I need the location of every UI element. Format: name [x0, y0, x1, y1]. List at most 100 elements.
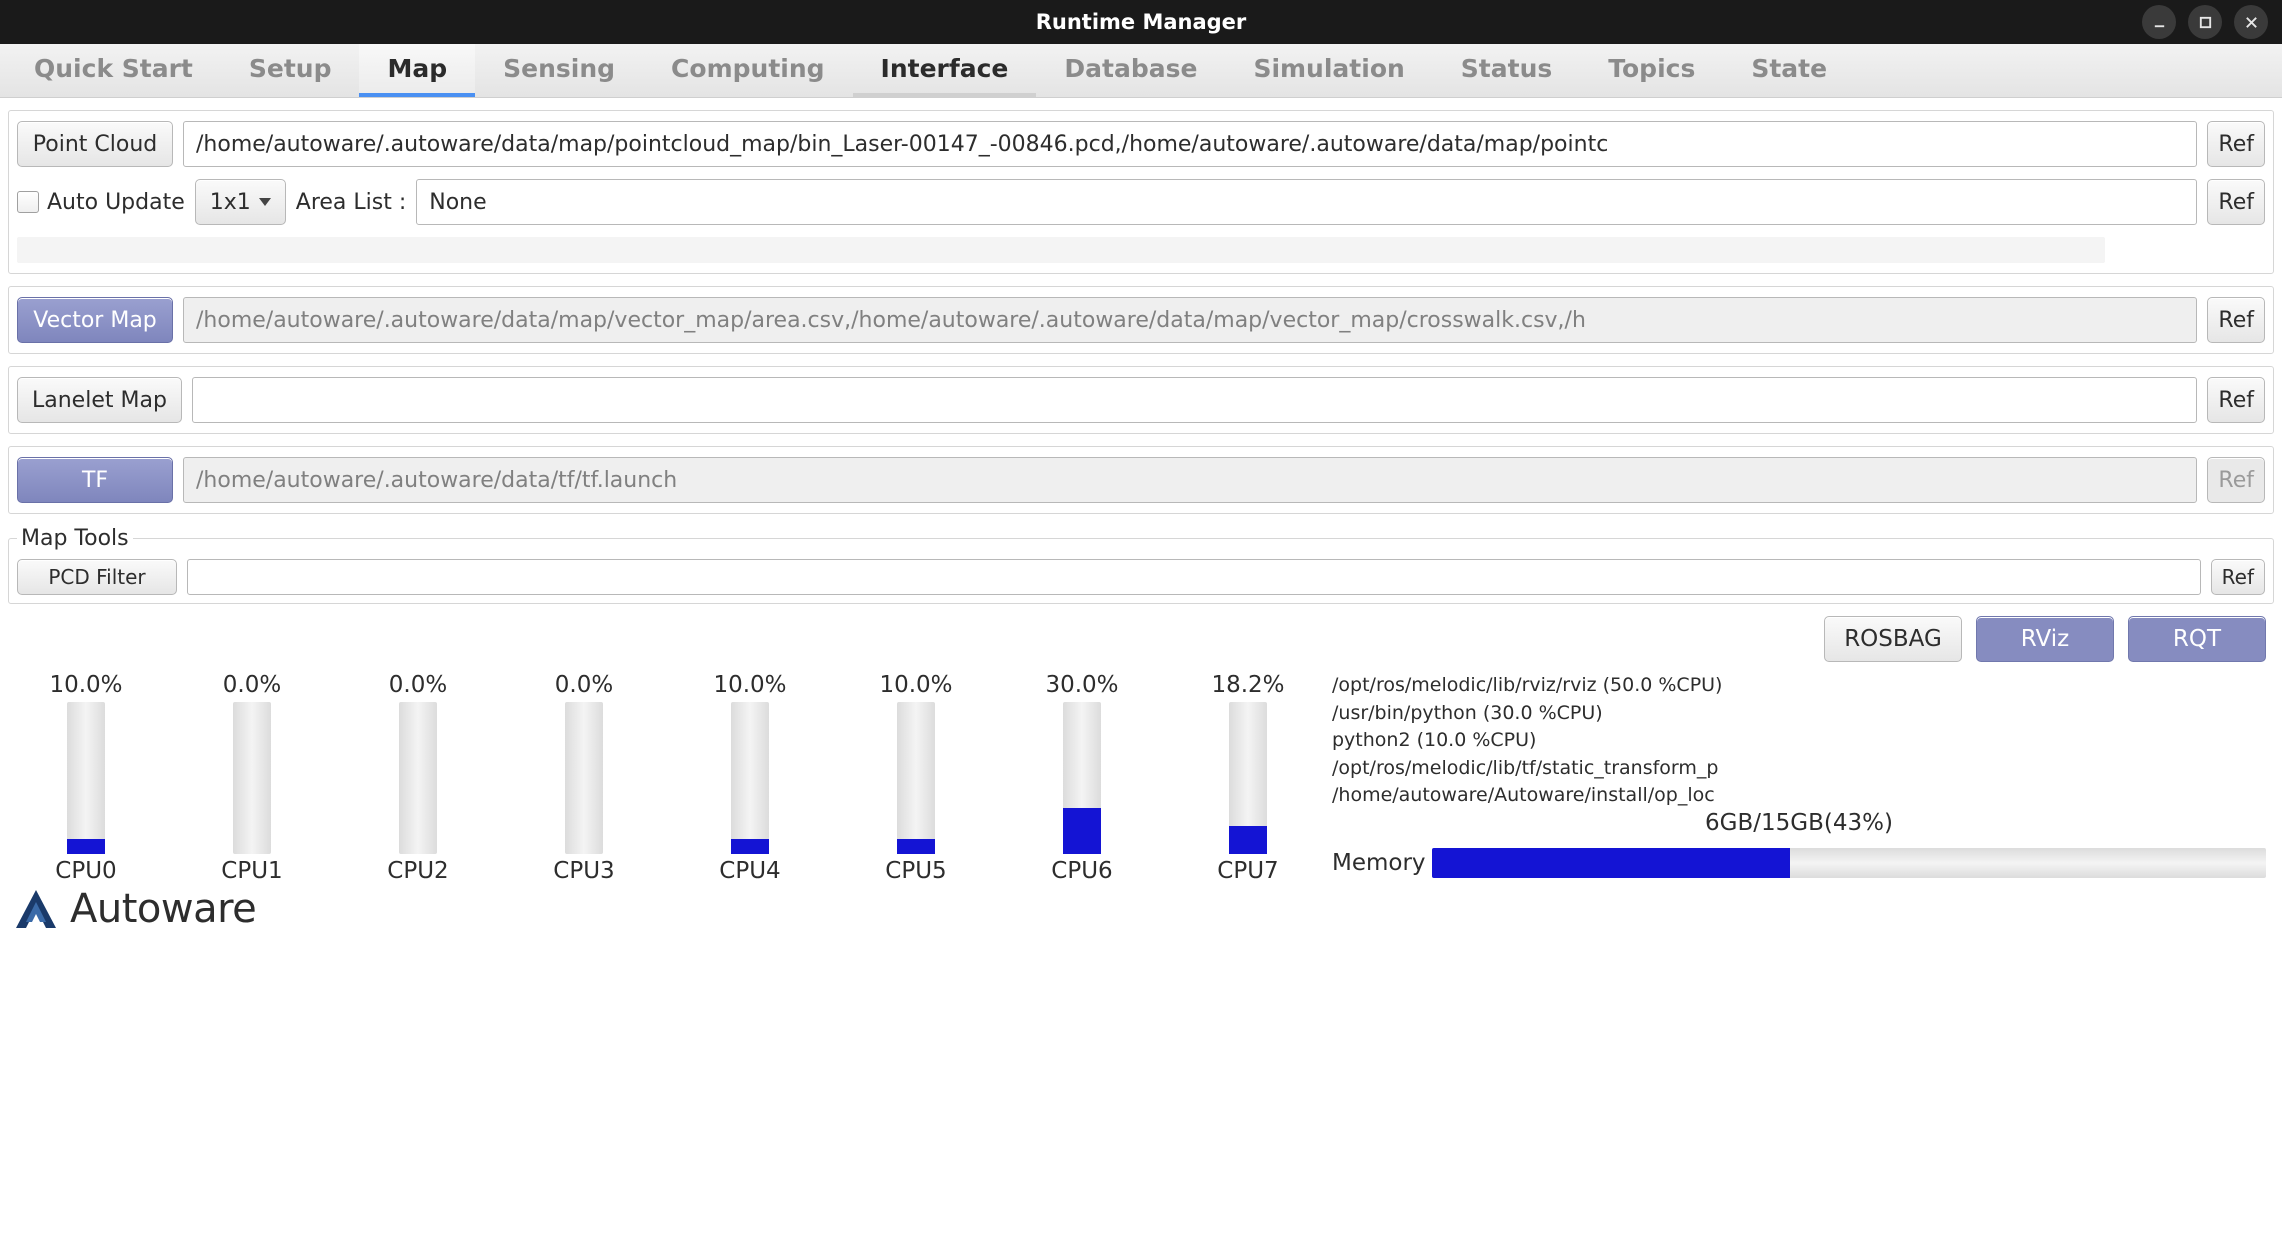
tab-topics[interactable]: Topics [1580, 44, 1723, 97]
cpu-bar [731, 702, 769, 854]
tf-button[interactable]: TF [17, 457, 173, 503]
cpu-percent: 10.0% [713, 672, 786, 698]
progress-placeholder [17, 237, 2105, 263]
titlebar: Runtime Manager [0, 0, 2282, 44]
process-entry: /usr/bin/python (30.0 %CPU) [1332, 700, 2266, 728]
cpu-bar [565, 702, 603, 854]
map-tools-legend: Map Tools [17, 526, 133, 551]
cpu-label: CPU3 [553, 858, 614, 884]
point-cloud-panel: Point Cloud /home/autoware/.autoware/dat… [8, 110, 2274, 274]
rqt-button[interactable]: RQT [2128, 616, 2266, 662]
grid-size-value: 1x1 [210, 190, 251, 215]
vector-map-button[interactable]: Vector Map [17, 297, 173, 343]
memory-bar-fill [1432, 848, 1791, 878]
tab-quick-start[interactable]: Quick Start [6, 44, 221, 97]
cpu-label: CPU6 [1051, 858, 1112, 884]
vector-map-path-input[interactable]: /home/autoware/.autoware/data/map/vector… [183, 297, 2197, 343]
cpu-percent: 0.0% [389, 672, 447, 698]
maximize-button[interactable] [2188, 5, 2222, 39]
cpu-bar-fill [731, 839, 769, 854]
auto-update-label: Auto Update [47, 190, 185, 215]
pcd-filter-button[interactable]: PCD Filter [17, 559, 177, 595]
cpu-bar [399, 702, 437, 854]
process-list: /opt/ros/melodic/lib/rviz/rviz (50.0 %CP… [1332, 672, 2266, 810]
tab-simulation[interactable]: Simulation [1225, 44, 1432, 97]
point-cloud-ref-button[interactable]: Ref [2207, 121, 2265, 167]
cpu-bar-fill [897, 839, 935, 854]
autoware-logo-icon [12, 888, 60, 930]
cpu-bar-fill [1229, 826, 1267, 854]
cpu-meter: 10.0%CPU4 [696, 672, 804, 884]
cpu-meter: 10.0% CPU0 [32, 672, 140, 884]
tab-setup[interactable]: Setup [221, 44, 360, 97]
autoware-logo: Autoware [8, 884, 2274, 932]
cpu-label: CPU7 [1217, 858, 1278, 884]
lanelet-map-panel: Lanelet Map Ref [8, 366, 2274, 434]
cpu-bar [1063, 702, 1101, 854]
cpu-bar-fill [1063, 808, 1101, 854]
chevron-down-icon [259, 198, 271, 206]
vector-map-panel: Vector Map /home/autoware/.autoware/data… [8, 286, 2274, 354]
area-list-input[interactable]: None [416, 179, 2197, 225]
tf-panel: TF /home/autoware/.autoware/data/tf/tf.l… [8, 446, 2274, 514]
cpu-label: CPU0 [55, 858, 116, 884]
memory-bar [1432, 848, 2266, 878]
tf-path-input[interactable]: /home/autoware/.autoware/data/tf/tf.laun… [183, 457, 2197, 503]
process-entry: python2 (10.0 %CPU) [1332, 727, 2266, 755]
area-list-ref-button[interactable]: Ref [2207, 179, 2265, 225]
lanelet-map-ref-button[interactable]: Ref [2207, 377, 2265, 423]
cpu-meters: 10.0%CPU00.0%CPU10.0%CPU20.0%CPU310.0%CP… [32, 672, 1302, 884]
lanelet-map-button[interactable]: Lanelet Map [17, 377, 182, 423]
memory-text: 6GB/15GB(43%) [1705, 810, 1893, 836]
tab-strip: Quick StartSetupMapSensingComputingInter… [0, 44, 2282, 98]
minimize-button[interactable] [2142, 5, 2176, 39]
rviz-button[interactable]: RViz [1976, 616, 2114, 662]
cpu-meter: 0.0%CPU2 [364, 672, 472, 884]
process-entry: /opt/ros/melodic/lib/rviz/rviz (50.0 %CP… [1332, 672, 2266, 700]
tab-map[interactable]: Map [359, 44, 475, 97]
grid-size-dropdown[interactable]: 1x1 [195, 179, 286, 225]
close-button[interactable] [2234, 5, 2268, 39]
cpu-meter: 18.2% CPU7 [1194, 672, 1302, 884]
process-entry: /opt/ros/melodic/lib/tf/static_transform… [1332, 755, 2266, 783]
bottom-button-row: ROSBAG RViz RQT [8, 612, 2274, 672]
cpu-meter: 10.0% CPU5 [862, 672, 970, 884]
cpu-percent: 30.0% [1045, 672, 1118, 698]
cpu-percent: 0.0% [223, 672, 281, 698]
cpu-percent: 10.0% [879, 672, 952, 698]
status-area: 10.0%CPU00.0%CPU10.0%CPU20.0%CPU310.0%CP… [8, 672, 2274, 884]
cpu-meter: 30.0% CPU6 [1028, 672, 1136, 884]
cpu-meter: 0.0% CPU1 [198, 672, 306, 884]
lanelet-map-path-input[interactable] [192, 377, 2198, 423]
tab-sensing[interactable]: Sensing [475, 44, 643, 97]
cpu-percent: 18.2% [1211, 672, 1284, 698]
cpu-percent: 0.0% [555, 672, 613, 698]
point-cloud-button[interactable]: Point Cloud [17, 121, 173, 167]
pcd-filter-ref-button[interactable]: Ref [2211, 559, 2265, 595]
cpu-bar-fill [67, 839, 105, 854]
tab-database[interactable]: Database [1036, 44, 1225, 97]
point-cloud-path-input[interactable]: /home/autoware/.autoware/data/map/pointc… [183, 121, 2197, 167]
rosbag-button[interactable]: ROSBAG [1824, 616, 1962, 662]
cpu-label: CPU5 [885, 858, 946, 884]
cpu-label: CPU1 [221, 858, 282, 884]
tab-interface[interactable]: Interface [853, 44, 1037, 97]
cpu-bar [897, 702, 935, 854]
map-tools-fieldset: Map Tools PCD Filter Ref [8, 526, 2274, 604]
autoware-logo-text: Autoware [70, 886, 256, 932]
tab-state[interactable]: State [1723, 44, 1855, 97]
pcd-filter-input[interactable] [187, 559, 2201, 595]
tf-ref-button[interactable]: Ref [2207, 457, 2265, 503]
memory-label: Memory [1332, 850, 1426, 876]
tab-status[interactable]: Status [1433, 44, 1580, 97]
window-title: Runtime Manager [1036, 10, 1247, 34]
cpu-percent: 10.0% [49, 672, 122, 698]
process-entry: /home/autoware/Autoware/install/op_loc [1332, 782, 2266, 810]
cpu-bar [233, 702, 271, 854]
cpu-meter: 0.0% CPU3 [530, 672, 638, 884]
tab-computing[interactable]: Computing [643, 44, 852, 97]
vector-map-ref-button[interactable]: Ref [2207, 297, 2265, 343]
area-list-label: Area List : [296, 190, 406, 215]
auto-update-checkbox[interactable]: Auto Update [17, 190, 185, 215]
cpu-bar [1229, 702, 1267, 854]
